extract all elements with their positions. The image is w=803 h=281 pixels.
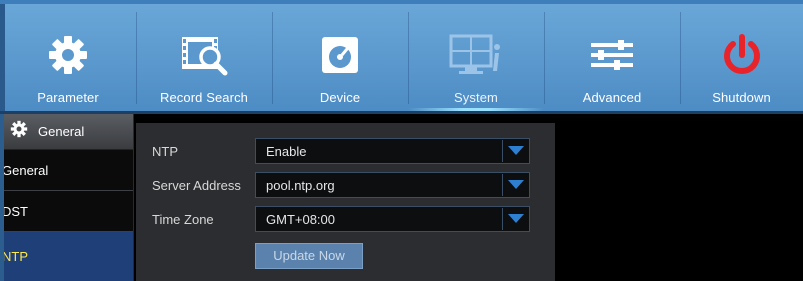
sidebar-item-ntp[interactable]: NTP bbox=[4, 232, 133, 281]
sidebar: General General DST NTP bbox=[0, 114, 133, 281]
update-now-button[interactable]: Update Now bbox=[255, 243, 363, 269]
tab-parameter[interactable]: Parameter bbox=[0, 4, 136, 111]
sidebar-item-general[interactable]: General bbox=[4, 150, 133, 191]
active-tab-indicator bbox=[408, 108, 544, 111]
sliders-icon bbox=[588, 27, 636, 83]
tab-record-search-label: Record Search bbox=[159, 90, 248, 105]
time-zone-label: Time Zone bbox=[152, 212, 214, 227]
gear-icon bbox=[46, 27, 90, 83]
sidebar-item-label: General bbox=[4, 162, 49, 178]
ntp-row: NTP Enable bbox=[136, 138, 555, 166]
server-address-row: Server Address pool.ntp.org bbox=[136, 172, 555, 200]
sidebar-item-dst[interactable]: DST bbox=[4, 191, 133, 232]
tab-shutdown[interactable]: Shutdown bbox=[680, 4, 803, 111]
sidebar-item-label: NTP bbox=[4, 249, 28, 264]
monitor-info-icon bbox=[447, 27, 505, 83]
ntp-select[interactable]: Enable bbox=[255, 138, 530, 164]
tab-device[interactable]: Device bbox=[272, 4, 408, 111]
tab-parameter-label: Parameter bbox=[37, 90, 99, 105]
chevron-down-icon[interactable] bbox=[502, 174, 528, 196]
sidebar-header-label: General bbox=[38, 124, 85, 139]
ntp-label: NTP bbox=[152, 144, 178, 159]
tab-advanced-label: Advanced bbox=[582, 90, 642, 105]
time-zone-select[interactable]: GMT+08:00 bbox=[255, 206, 530, 232]
gear-icon bbox=[10, 120, 28, 143]
ntp-value: Enable bbox=[266, 144, 307, 159]
chevron-down-icon[interactable] bbox=[502, 208, 528, 230]
tab-system[interactable]: System bbox=[408, 4, 544, 111]
chevron-down-icon[interactable] bbox=[502, 140, 528, 162]
tab-shutdown-label: Shutdown bbox=[712, 90, 771, 105]
tab-record-search[interactable]: Record Search bbox=[136, 4, 272, 111]
server-address-select[interactable]: pool.ntp.org bbox=[255, 172, 530, 198]
time-zone-value: GMT+08:00 bbox=[266, 212, 336, 227]
server-address-value: pool.ntp.org bbox=[266, 178, 335, 193]
hard-disk-icon bbox=[318, 27, 362, 83]
record-search-icon bbox=[180, 27, 228, 83]
tab-device-label: Device bbox=[319, 90, 361, 105]
server-address-label: Server Address bbox=[152, 178, 241, 193]
time-zone-row: Time Zone GMT+08:00 bbox=[136, 206, 555, 234]
tab-system-label: System bbox=[454, 90, 498, 105]
sidebar-header[interactable]: General bbox=[4, 114, 133, 150]
power-icon bbox=[720, 27, 764, 83]
main-menu-bar: Parameter Record Search Device System Ad… bbox=[0, 0, 803, 114]
tab-advanced[interactable]: Advanced bbox=[544, 4, 680, 111]
sidebar-item-label: DST bbox=[4, 203, 28, 219]
